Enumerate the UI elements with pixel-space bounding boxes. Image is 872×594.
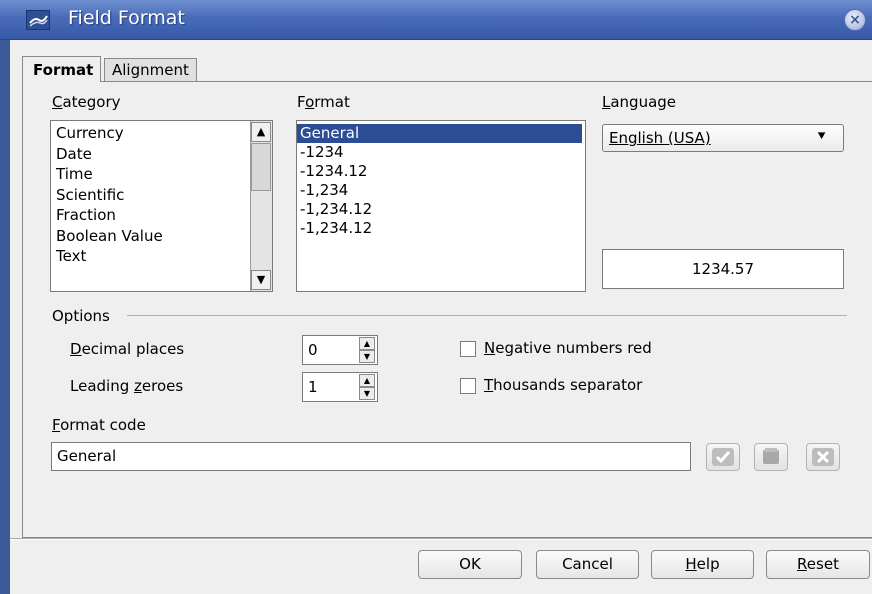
comment-icon [763,448,779,464]
list-item[interactable]: Fraction [52,205,247,226]
options-divider [127,315,847,316]
list-item[interactable]: Boolean Value [52,226,247,247]
writer-icon [26,10,50,30]
list-item[interactable]: -1234.12 [297,162,585,181]
cancel-label: Cancel [562,555,613,573]
options-heading: Options [52,307,110,325]
spin-down-icon[interactable]: ▼ [359,387,375,400]
chevron-down-icon: ⯆ [816,129,828,145]
spin-up-icon[interactable]: ▲ [359,337,375,350]
list-item[interactable]: Time [52,164,247,185]
format-code-label: Format code [52,416,146,434]
leading-zeroes-value: 1 [308,378,318,396]
spin-up-icon[interactable]: ▲ [359,374,375,387]
decimal-places-label: Decimal places [70,340,185,358]
thousands-separator-label: Thousands separator [484,376,643,394]
list-item[interactable]: -1,234 [297,181,585,200]
preview-value: 1234.57 [691,260,755,278]
accept-button[interactable] [706,443,740,471]
tab-format[interactable]: Format [22,56,102,82]
category-items: Currency Date Time Scientific Fraction B… [52,123,247,267]
divider [10,539,872,540]
format-code-value: General [57,447,117,465]
leading-zeroes-label: Leading zeroes [70,377,184,395]
language-value: English (USA) [609,129,711,147]
spin-down-icon[interactable]: ▼ [359,350,375,363]
window-title: Field Format [68,7,185,29]
delete-button[interactable] [806,443,840,471]
cancel-button[interactable]: Cancel [536,550,639,579]
ok-button[interactable]: OK [418,550,522,579]
decimal-places-value: 0 [308,341,318,359]
leading-zeroes-stepper[interactable]: 1 ▲ ▼ [302,372,378,402]
list-item[interactable]: -1,234.12 [297,200,585,219]
list-item[interactable]: Scientific [52,185,247,206]
add-comment-button[interactable] [754,443,788,471]
thousands-separator-checkbox[interactable] [460,378,476,394]
format-list: General -1234 -1234.12 -1,234 -1,234.12 … [297,124,585,238]
list-item[interactable]: Currency [52,123,247,144]
window-border [0,40,10,594]
format-preview: 1234.57 [602,249,844,289]
list-item[interactable]: -1234 [297,143,585,162]
format-label: Format [297,93,350,111]
category-label: Category [52,93,121,111]
decimal-places-stepper[interactable]: 0 ▲ ▼ [302,335,378,365]
reset-button[interactable]: Reset [766,550,870,579]
list-item-selected[interactable]: General [297,124,582,143]
language-label: Language [602,93,677,111]
tab-label: Alignment [112,61,189,79]
list-item[interactable]: Date [52,144,247,165]
scrollbar-thumb[interactable] [251,143,271,191]
language-dropdown[interactable]: English (USA) ⯆ [602,124,844,152]
scroll-down-icon[interactable]: ▼ [251,270,271,290]
checkmark-icon [712,448,734,466]
format-code-input[interactable]: General [51,442,691,471]
close-icon[interactable]: × [844,9,866,31]
negative-red-label: Negative numbers red [484,339,652,357]
ok-label: OK [459,555,481,573]
list-item[interactable]: Text [52,246,247,267]
negative-red-checkbox[interactable] [460,341,476,357]
tab-alignment[interactable]: Alignment [104,58,197,81]
tab-label: Format [33,61,94,79]
list-item[interactable]: -1,234.12 [297,219,585,238]
scroll-up-icon[interactable]: ▲ [251,122,271,142]
delete-icon [812,448,834,466]
help-button[interactable]: Help [651,550,754,579]
